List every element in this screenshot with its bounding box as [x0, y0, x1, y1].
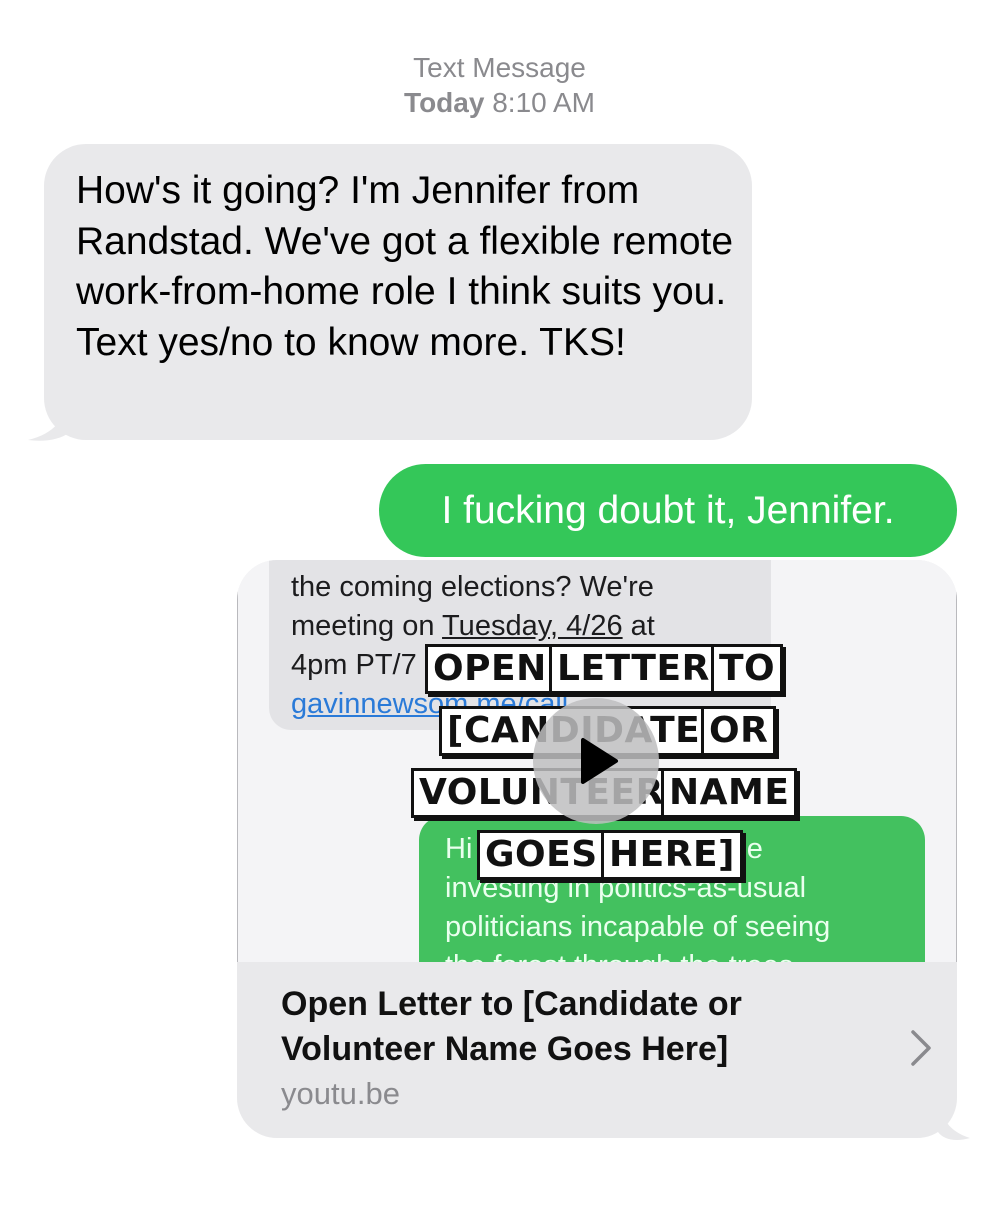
chevron-right-icon[interactable]: [909, 1028, 933, 1068]
link-preview-card[interactable]: the coming elections? We're meeting on T…: [237, 560, 957, 1138]
thumbnail-line: the coming elections? We're: [291, 571, 654, 603]
received-message-text: How's it going? I'm Jennifer from Randst…: [76, 169, 734, 364]
thumbnail-line: the forest through the trees: [445, 947, 915, 962]
thumbnail-line: meeting on Tuesday, 4/26 at: [291, 610, 655, 642]
play-button[interactable]: [533, 698, 659, 824]
link-preview-title: Open Letter to [Candidate or Volunteer N…: [281, 985, 742, 1068]
overlay-title-word: GOES: [477, 830, 606, 880]
link-preview-domain: youtu.be: [281, 1076, 400, 1111]
video-thumbnail[interactable]: the coming elections? We're meeting on T…: [237, 560, 957, 962]
timestamp: Today 8:10 AM: [0, 85, 999, 120]
message-thread: Text Message Today 8:10 AM How's it goin…: [0, 0, 999, 1217]
timestamp-day: Today: [404, 87, 485, 118]
overlay-title-word: TO: [711, 644, 784, 694]
timestamp-time: 8:10 AM: [492, 87, 595, 118]
play-icon: [581, 738, 618, 784]
overlay-title-word: NAME: [661, 768, 798, 818]
thread-header: Text Message Today 8:10 AM: [0, 50, 999, 120]
overlay-title-word: LETTER: [549, 644, 718, 694]
sent-message-bubble[interactable]: I fucking doubt it, Jennifer.: [379, 464, 957, 557]
thumbnail-line: politicians incapable of seeing: [445, 911, 831, 943]
thumbnail-left-edge: [237, 560, 238, 962]
overlay-title-word: OPEN: [425, 644, 555, 694]
service-label: Text Message: [413, 52, 586, 83]
overlay-title-word: OR: [701, 706, 777, 756]
thumbnail-right-edge: [956, 560, 957, 962]
overlay-title-word: HERE]: [601, 830, 743, 880]
